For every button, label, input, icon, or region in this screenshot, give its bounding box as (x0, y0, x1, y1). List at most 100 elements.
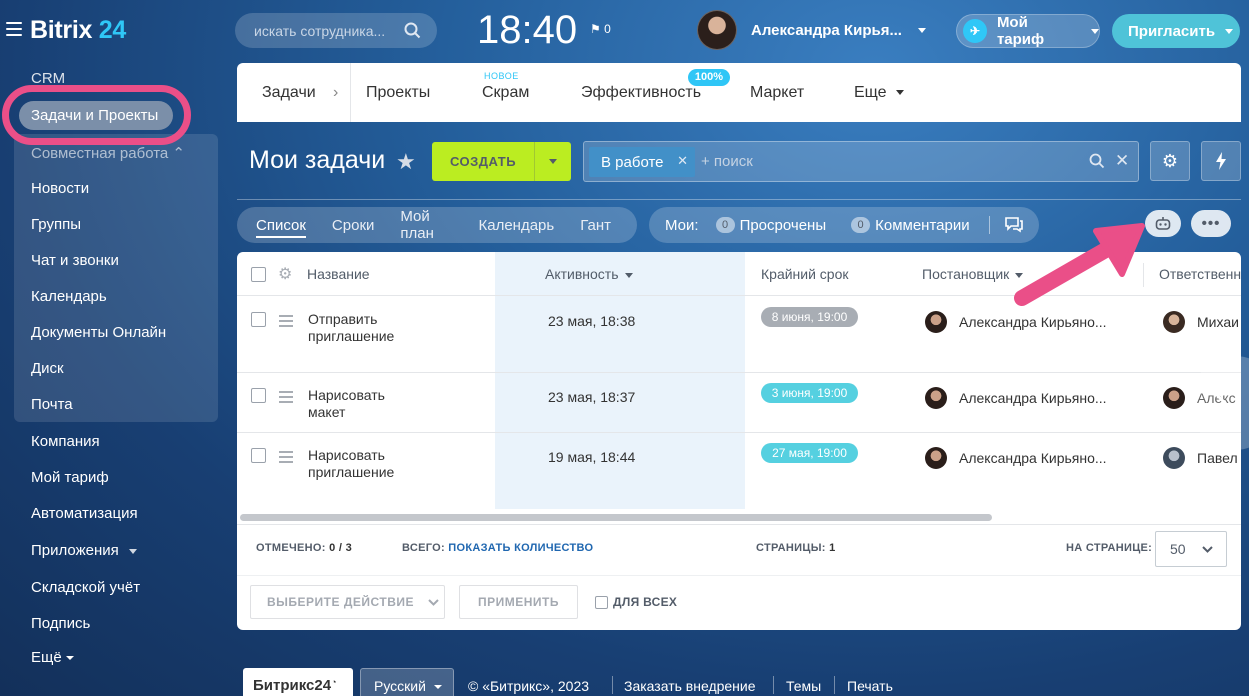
drag-handle-icon[interactable] (279, 315, 293, 330)
col-deadline[interactable]: Крайний срок (761, 266, 849, 282)
employee-search[interactable] (235, 13, 437, 48)
overdue-count[interactable]: 0 (715, 217, 735, 233)
sidebar-item-company[interactable]: Компания (31, 433, 100, 450)
row-checkbox[interactable] (251, 388, 266, 403)
tab-projects[interactable]: Проекты (366, 84, 430, 102)
view-gantt[interactable]: Гант (580, 217, 611, 234)
footer-link-themes[interactable]: Темы (786, 678, 821, 696)
deadline-badge[interactable]: 8 июня, 19:00 (761, 307, 858, 327)
search-placeholder: + поиск (701, 153, 753, 170)
task-activity: 19 мая, 18:44 (548, 449, 636, 465)
tab-tasks[interactable]: Задачи (262, 84, 316, 102)
gear-icon: ⚙ (1161, 150, 1179, 171)
sidebar-item-warehouse[interactable]: Складской учёт (31, 579, 140, 596)
clock[interactable]: 18:40 (477, 8, 577, 53)
table-row[interactable]: Нарисовать приглашение 19 мая, 18:44 27 м… (237, 433, 1241, 509)
tab-more[interactable]: Еще (854, 84, 904, 102)
overdue-label[interactable]: Просрочены (740, 217, 827, 234)
sidebar-item-news[interactable]: Новости (31, 180, 89, 197)
chevron-down-icon (895, 90, 904, 96)
drag-handle-icon[interactable] (279, 391, 293, 406)
deadline-badge[interactable]: 27 мая, 19:00 (761, 443, 858, 463)
tab-scrum[interactable]: Скрам (482, 84, 529, 102)
apply-button[interactable]: ПРИМЕНИТЬ (459, 585, 578, 619)
robots-button[interactable] (1145, 210, 1181, 237)
language-select[interactable]: Русский (360, 668, 454, 696)
footer-link-print[interactable]: Печать (847, 678, 893, 696)
col-activity[interactable]: Активность (545, 266, 633, 282)
action-select[interactable]: ВЫБЕРИТЕ ДЕЙСТВИЕ (250, 585, 445, 619)
sidebar-item-disk[interactable]: Диск (31, 360, 64, 377)
filter-search[interactable]: В работе ✕ + поиск ✕ (583, 141, 1139, 182)
close-icon[interactable]: ✕ (677, 153, 688, 169)
search-icon[interactable] (404, 22, 421, 39)
tab-efficiency[interactable]: Эффективность (581, 84, 701, 102)
task-name[interactable]: Нарисовать приглашение (308, 447, 394, 481)
employee-search-input[interactable] (254, 22, 404, 39)
task-responsible[interactable]: Михаи (1163, 311, 1239, 333)
copyright: © «Битрикс», 2023 (468, 678, 590, 694)
star-icon[interactable]: ★ (396, 149, 416, 175)
view-my-plan[interactable]: Мой план (400, 208, 452, 242)
for-all-toggle[interactable]: ДЛЯ ВСЕХ (595, 595, 677, 609)
clear-icon[interactable]: ✕ (1115, 151, 1129, 171)
for-all-checkbox[interactable] (595, 595, 608, 609)
chevron-down-icon (917, 27, 926, 33)
footer-brand[interactable]: Битрикс24◔ (243, 668, 353, 696)
tab-market[interactable]: Маркет (750, 84, 804, 102)
row-checkbox[interactable] (251, 448, 266, 463)
settings-button[interactable]: ⚙ (1150, 141, 1190, 181)
sidebar-item-sign[interactable]: Подпись (31, 615, 90, 632)
show-count-link[interactable]: ПОКАЗАТЬ КОЛИЧЕСТВО (448, 542, 593, 554)
logo[interactable]: Bitrix 24 (30, 16, 126, 45)
sidebar-item-apps[interactable]: Приложения (31, 542, 137, 559)
sidebar-item-calendar[interactable]: Календарь (31, 288, 107, 305)
footer-link-order[interactable]: Заказать внедрение (624, 678, 756, 696)
comments-count[interactable]: 0 (851, 217, 871, 233)
menu-icon[interactable] (6, 22, 22, 36)
counters-prefix: Мои: (665, 216, 699, 234)
sidebar-item-groups[interactable]: Группы (31, 216, 81, 233)
col-name[interactable]: Название (307, 266, 370, 282)
task-creator[interactable]: Александра Кирьяно... (925, 387, 1107, 409)
more-button[interactable]: ••• (1191, 210, 1231, 237)
chevron-down-icon (1091, 28, 1099, 34)
chevron-down-icon (65, 656, 74, 661)
task-name[interactable]: Нарисовать макет (308, 387, 385, 421)
sidebar-item-tariff[interactable]: Мой тариф (31, 469, 109, 486)
sidebar-item-mail[interactable]: Почта (31, 396, 73, 413)
horizontal-scrollbar[interactable] (240, 514, 992, 521)
flag-counter[interactable]: ⚑ 0 (590, 22, 611, 36)
sidebar-item-collab[interactable]: Совместная работа ⌃ (31, 144, 185, 162)
comments-label[interactable]: Комментарии (875, 217, 969, 234)
filter-chip[interactable]: В работе ✕ (589, 147, 695, 177)
view-list[interactable]: Список (256, 217, 306, 238)
view-deadlines[interactable]: Сроки (332, 217, 374, 234)
row-checkbox[interactable] (251, 312, 266, 327)
task-name[interactable]: Отправить приглашение (308, 311, 394, 345)
top-nav: Задачи › Проекты НОВОЕ Скрам 100% Эффект… (237, 63, 1241, 122)
user-menu[interactable]: Александра Кирья... (697, 10, 926, 50)
create-dropdown[interactable] (534, 142, 571, 181)
sidebar-item-docs[interactable]: Документы Онлайн (31, 324, 166, 341)
view-calendar[interactable]: Календарь (479, 217, 555, 234)
select-all-checkbox[interactable] (251, 267, 266, 282)
sidebar-item-more[interactable]: Ещё (31, 649, 74, 666)
sidebar-item-automation[interactable]: Автоматизация (31, 505, 138, 522)
deadline-badge[interactable]: 3 июня, 19:00 (761, 383, 858, 403)
invite-button[interactable]: Пригласить (1112, 14, 1240, 48)
col-responsible[interactable]: Ответственн (1159, 266, 1241, 282)
sidebar-item-chat[interactable]: Чат и звонки (31, 252, 119, 269)
quick-action-button[interactable] (1201, 141, 1241, 181)
tariff-button[interactable]: ✈ Мой тариф (956, 14, 1100, 48)
drag-handle-icon[interactable] (279, 451, 293, 466)
per-page-select[interactable]: 50 (1155, 531, 1227, 567)
col-creator[interactable]: Постановщик (922, 266, 1024, 282)
gear-icon[interactable]: ⚙ (278, 264, 292, 284)
task-creator[interactable]: Александра Кирьяно... (925, 447, 1107, 469)
task-creator[interactable]: Александра Кирьяно... (925, 311, 1107, 333)
create-button[interactable]: СОЗДАТЬ (432, 142, 571, 181)
task-responsible[interactable]: Павел (1163, 447, 1238, 469)
search-icon[interactable] (1089, 153, 1105, 169)
table-row[interactable]: Нарисовать макет 23 мая, 18:37 3 июня, 19… (237, 373, 1241, 433)
